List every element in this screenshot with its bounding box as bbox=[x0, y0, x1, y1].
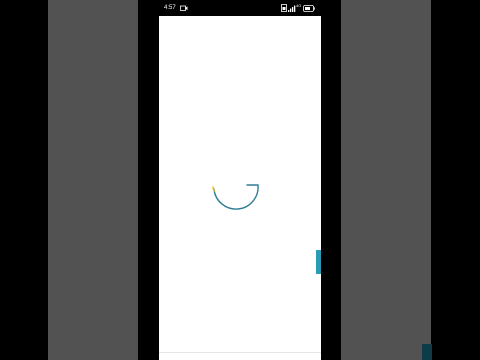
network-label: 4G bbox=[296, 3, 302, 8]
status-bar: 4:57 4G bbox=[159, 0, 321, 16]
corner-tab bbox=[422, 344, 432, 360]
phone-screen: 4:57 4G bbox=[159, 0, 321, 360]
loading-screen bbox=[159, 16, 321, 352]
status-icons: 4G bbox=[281, 3, 315, 12]
right-blur-panel bbox=[341, 0, 431, 360]
video-frame: 4:57 4G bbox=[0, 0, 480, 360]
status-time: 4:57 bbox=[164, 5, 176, 11]
edge-panel-handle[interactable] bbox=[316, 250, 321, 274]
loading-spinner-icon bbox=[212, 184, 259, 210]
signal-icon bbox=[288, 5, 296, 12]
battery-icon bbox=[303, 4, 315, 12]
left-blur-panel bbox=[48, 0, 138, 360]
camera-icon bbox=[180, 5, 188, 11]
navigation-bar bbox=[159, 352, 321, 360]
sim-icon bbox=[281, 4, 287, 12]
